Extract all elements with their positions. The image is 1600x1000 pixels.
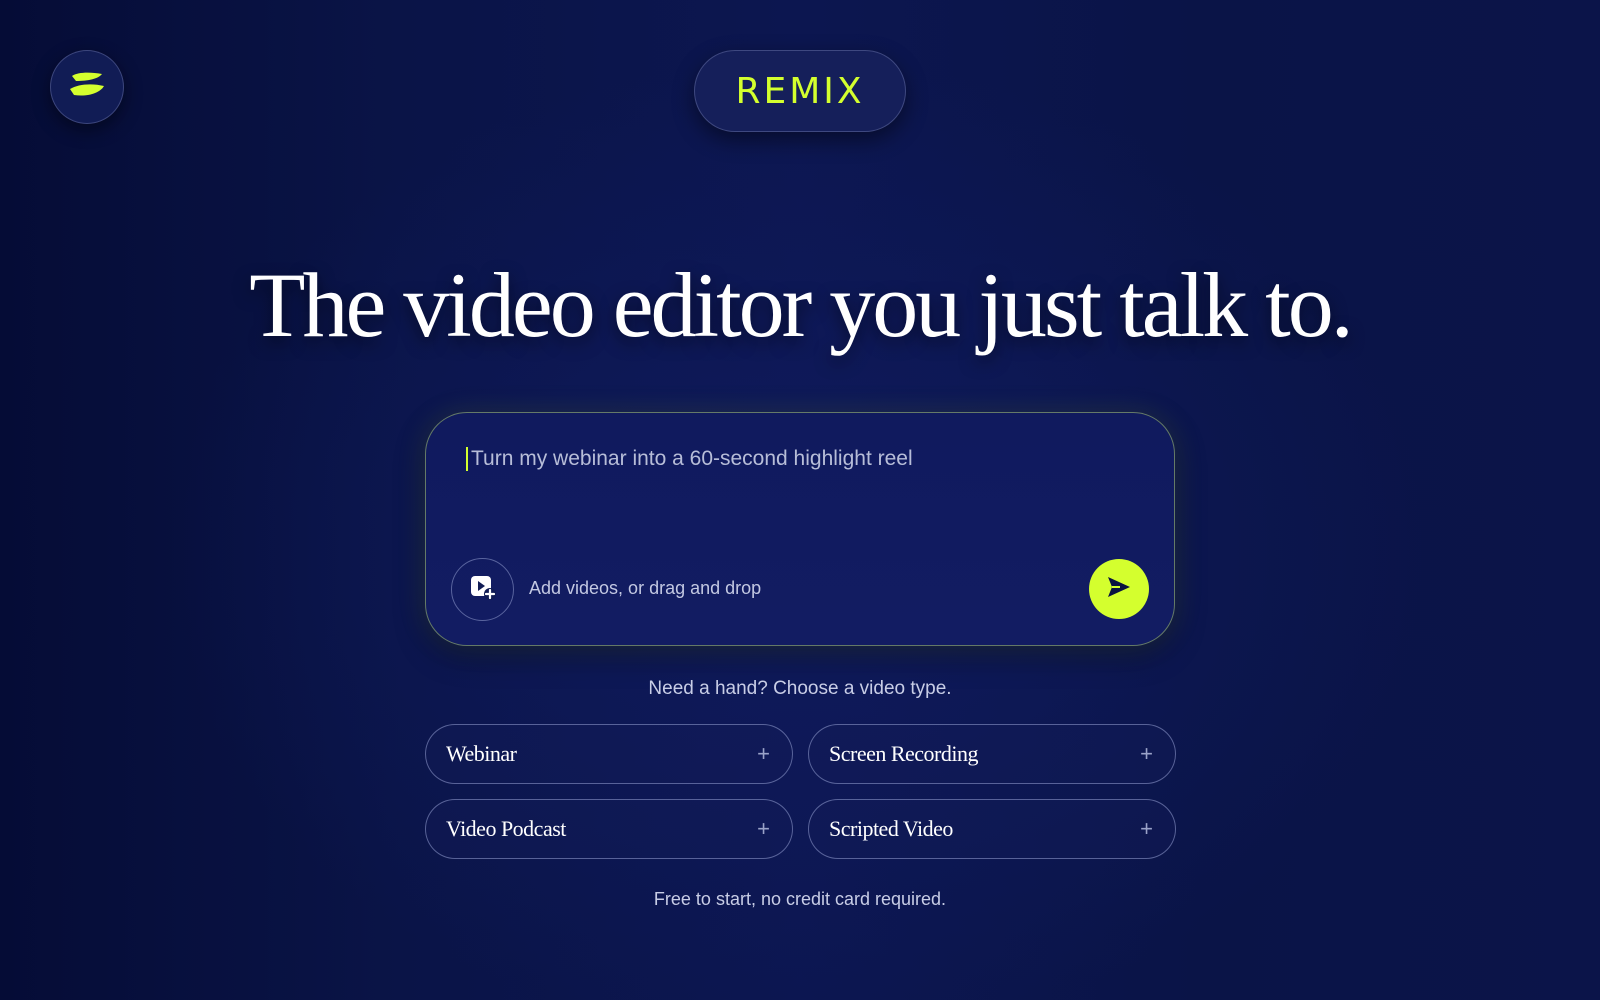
wix-logo-icon [68,70,106,105]
chip-label: Scripted Video [829,816,953,841]
add-video-button[interactable] [451,558,514,621]
send-button[interactable] [1089,559,1149,619]
prompt-placeholder: Turn my webinar into a 60-second highlig… [471,447,913,470]
text-caret [466,447,468,471]
plus-icon: + [1140,741,1153,766]
plus-icon: + [757,741,770,766]
chip-label: Webinar [446,741,517,766]
plus-icon: + [1140,816,1153,841]
video-type-screen-recording[interactable]: Screen Recording + [808,724,1176,784]
page-headline: The video editor you just talk to. [249,254,1353,356]
plus-icon: + [757,816,770,841]
brand-name: REMIX [735,70,865,112]
chip-label: Video Podcast [446,816,566,841]
video-add-icon [469,573,497,606]
send-icon [1106,575,1132,604]
logo-button[interactable] [50,50,124,124]
helper-text: Need a hand? Choose a video type. [648,678,952,699]
prompt-input[interactable]: Turn my webinar into a 60-second highlig… [466,439,1126,479]
prompt-card: Turn my webinar into a 60-second highlig… [425,412,1175,646]
chip-label: Screen Recording [829,741,979,766]
add-videos-label: Add videos, or drag and drop [529,578,762,598]
video-type-webinar[interactable]: Webinar + [425,724,793,784]
footer-note: Free to start, no credit card required. [653,889,947,909]
brand-pill[interactable]: REMIX [694,50,906,132]
video-type-scripted-video[interactable]: Scripted Video + [808,799,1176,859]
video-type-video-podcast[interactable]: Video Podcast + [425,799,793,859]
